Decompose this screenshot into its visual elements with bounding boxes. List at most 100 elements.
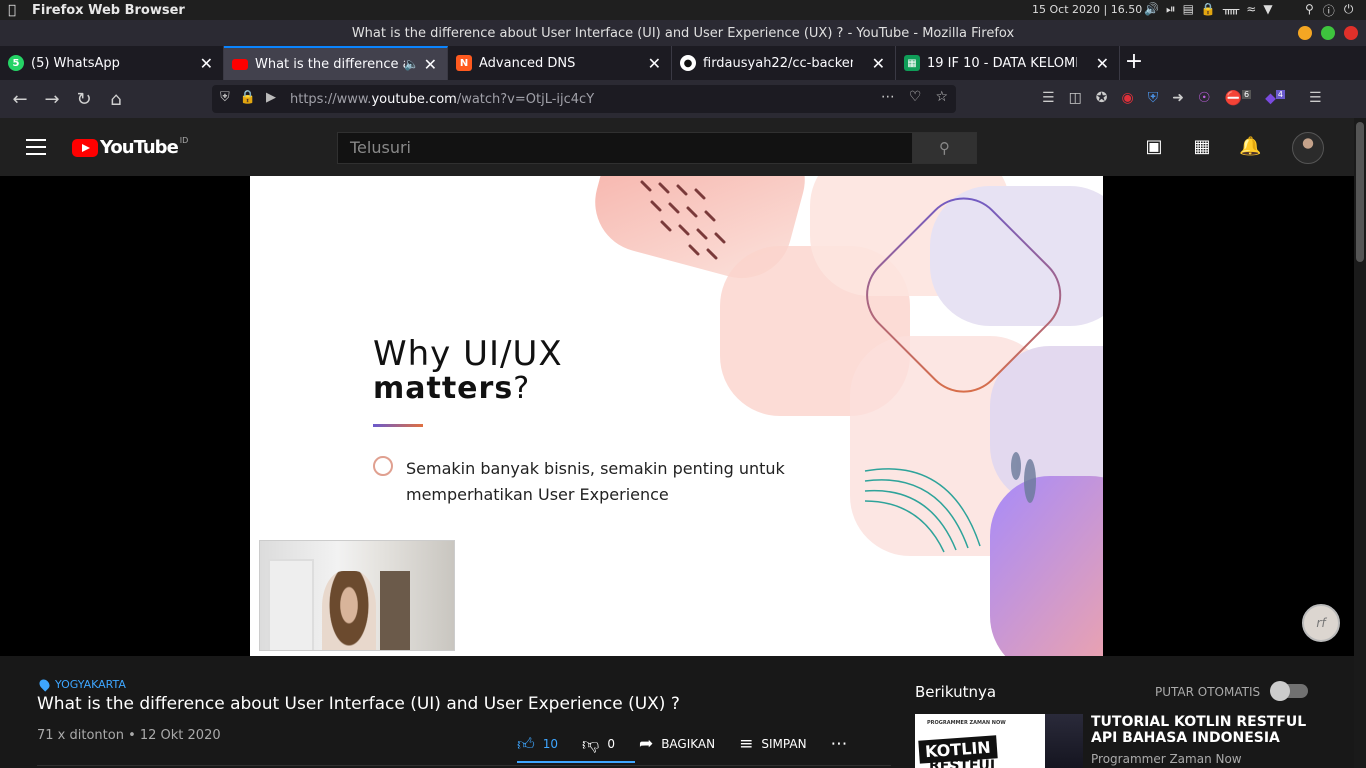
slide-rule — [373, 424, 423, 427]
tab-bar: 5 (5) WhatsApp ✕ What is the difference … — [0, 46, 1366, 80]
dislike-count: 0 — [607, 737, 615, 751]
url-security-icons: ⛨ 🔒 ▶ — [220, 90, 276, 105]
apple-menu-icon[interactable]:  — [2, 3, 22, 18]
clipboard-icon[interactable]: ▤ — [1183, 2, 1194, 17]
url-text[interactable]: https://www.youtube.com/watch?v=OtjL-ijc… — [290, 92, 594, 107]
youtube-logo[interactable]: YouTube ID — [72, 136, 188, 158]
new-tab-button[interactable]: + — [1120, 46, 1148, 80]
search-button[interactable]: ⚲ — [912, 132, 977, 164]
home-button[interactable]: ⌂ — [100, 83, 132, 115]
extension-icon[interactable]: ◆ 4 — [1265, 90, 1285, 107]
page-scrollbar[interactable] — [1354, 118, 1366, 768]
media-icon[interactable]: ⏯ — [1166, 2, 1176, 17]
close-icon[interactable]: ✕ — [648, 54, 661, 73]
tab-label: What is the difference a — [255, 56, 405, 72]
recommended-thumbnail[interactable]: PROGRAMMER ZAMAN NOW KOTLIN RESTFUL — [915, 714, 1083, 768]
recommended-channel-name[interactable]: Programmer Zaman Now — [1091, 752, 1242, 766]
extension-icon[interactable]: ✪ — [1096, 90, 1108, 107]
thumbnail-photo — [1045, 714, 1083, 768]
speaker-icon[interactable]: 🔈 — [404, 57, 419, 71]
window-title-bar: What is the difference about User Interf… — [0, 20, 1366, 46]
close-icon[interactable]: ✕ — [424, 55, 437, 74]
forward-button[interactable]: → — [36, 83, 68, 115]
extension-icon[interactable]: ➜ — [1172, 90, 1184, 107]
tab-whatsapp[interactable]: 5 (5) WhatsApp ✕ — [0, 46, 224, 80]
hamburger-menu-icon[interactable] — [26, 139, 46, 155]
apps-grid-icon[interactable]: ▦ — [1191, 136, 1213, 158]
search-icon[interactable]: ⚲ — [1305, 2, 1314, 19]
system-clock[interactable]: 15 Oct 2020 | 16.50 — [1032, 3, 1142, 16]
tab-label: Advanced DNS — [479, 55, 576, 71]
location-tag[interactable]: YOGYAKARTA — [37, 677, 126, 692]
tab-label: 19 IF 10 - DATA KELOMPO — [927, 55, 1077, 71]
tab-label: (5) WhatsApp — [31, 55, 120, 71]
toolbar-extensions: ☰ ◫ ✪ ◉ ⛨ ➜ ☉ ⛔ 6 ◆ 4 ☰ — [1042, 90, 1322, 107]
autoplay-blocked-icon[interactable]: ▶ — [266, 90, 276, 105]
close-icon[interactable]: ✕ — [200, 54, 213, 73]
bell-icon[interactable]: 🔔 — [1239, 136, 1261, 158]
lock-icon[interactable]: 🔒 — [240, 90, 256, 105]
check-circle-icon — [373, 456, 393, 476]
sidebar-icon[interactable]: ◫ — [1069, 90, 1082, 107]
menu-icon[interactable]: ☰ — [1309, 90, 1322, 107]
tab-advanced-dns[interactable]: N Advanced DNS ✕ — [448, 46, 672, 80]
ublock-icon[interactable]: ⛔ 6 — [1225, 90, 1252, 107]
share-button[interactable]: ➦ BAGIKAN — [639, 734, 715, 754]
more-icon: ⋯ — [830, 734, 848, 754]
scrollbar-thumb[interactable] — [1356, 122, 1364, 262]
extension-shield-icon[interactable]: ⛨ — [1148, 90, 1159, 107]
search-input[interactable]: Telusuri — [337, 132, 913, 164]
system-tray: 🔊 ⏯ ▤ 🔒 ᚅ ≈ ▼ — [1144, 2, 1273, 17]
save-label: SIMPAN — [761, 737, 807, 751]
like-button[interactable]: 👍︎ 10 — [517, 734, 558, 755]
divider — [37, 765, 891, 766]
lock-icon[interactable]: 🔒 — [1201, 2, 1216, 17]
extension-icon[interactable]: ☉ — [1198, 90, 1211, 107]
channel-watermark[interactable]: rf — [1302, 604, 1340, 642]
dropdown-icon[interactable]: ▼ — [1263, 2, 1272, 17]
volume-icon[interactable]: 🔊 — [1144, 2, 1159, 17]
video-player[interactable]: Why UI/UX matters? Semakin banyak bisnis… — [0, 176, 1354, 656]
search-icon: ⚲ — [939, 139, 950, 157]
tab-sheets[interactable]: ▦ 19 IF 10 - DATA KELOMPO ✕ — [896, 46, 1120, 80]
more-actions-button[interactable]: ⋯ — [831, 734, 848, 754]
power-icon[interactable]: ⏻ — [1344, 2, 1354, 19]
library-icon[interactable]: ☰ — [1042, 90, 1055, 107]
bluetooth-icon[interactable]: ᚅ — [1223, 2, 1239, 17]
reload-button[interactable]: ↻ — [68, 83, 100, 115]
logo-text: YouTube — [100, 137, 179, 158]
slide-bullet-text: Semakin banyak bisnis, semakin penting u… — [406, 459, 785, 504]
pocket-icon[interactable]: ♡ — [909, 89, 922, 105]
autoplay-toggle[interactable] — [1270, 681, 1308, 701]
view-count-date: 71 x ditonton • 12 Okt 2020 — [37, 728, 221, 743]
close-icon[interactable]: ✕ — [872, 54, 885, 73]
avatar[interactable] — [1292, 132, 1324, 164]
maximize-button[interactable] — [1321, 26, 1335, 40]
bookmark-star-icon[interactable]: ☆ — [935, 89, 948, 105]
playlist-add-icon: ≡ — [739, 734, 754, 754]
page-actions-icon[interactable]: ⋯ — [881, 89, 895, 105]
share-icon: ➦ — [638, 734, 654, 754]
extension-icon[interactable]: ◉ — [1122, 90, 1134, 107]
up-next-heading: Berikutnya — [915, 683, 997, 701]
dislike-button[interactable]: 👎︎ 0 — [582, 734, 615, 755]
minimize-button[interactable] — [1298, 26, 1312, 40]
tab-github[interactable]: ● firdausyah22/cc-backend ✕ — [672, 46, 896, 80]
wifi-icon[interactable]: ≈ — [1246, 2, 1256, 17]
thumbnail-text-2: RESTFUL — [929, 758, 999, 768]
shield-icon[interactable]: ⛨ — [220, 90, 230, 105]
notifications-icon[interactable]: ⓘ — [1323, 2, 1335, 19]
thumbnail-brand: PROGRAMMER ZAMAN NOW — [927, 720, 1006, 726]
close-icon[interactable]: ✕ — [1096, 54, 1109, 73]
address-bar[interactable]: ⛨ 🔒 ▶ https://www.youtube.com/watch?v=Ot… — [212, 85, 956, 113]
active-app-name[interactable]: Firefox Web Browser — [32, 3, 185, 18]
background-door — [268, 559, 314, 650]
youtube-icon — [232, 58, 248, 70]
recommended-video-title[interactable]: TUTORIAL KOTLIN RESTFUL API BAHASA INDON… — [1091, 714, 1311, 746]
tab-label: firdausyah22/cc-backend — [703, 55, 853, 71]
back-button[interactable]: ← — [4, 83, 36, 115]
save-button[interactable]: ≡ SIMPAN — [739, 734, 806, 754]
create-video-icon[interactable]: ▣ — [1143, 136, 1165, 158]
close-window-button[interactable] — [1344, 26, 1358, 40]
tab-youtube[interactable]: What is the difference a 🔈 ✕ — [224, 46, 448, 80]
